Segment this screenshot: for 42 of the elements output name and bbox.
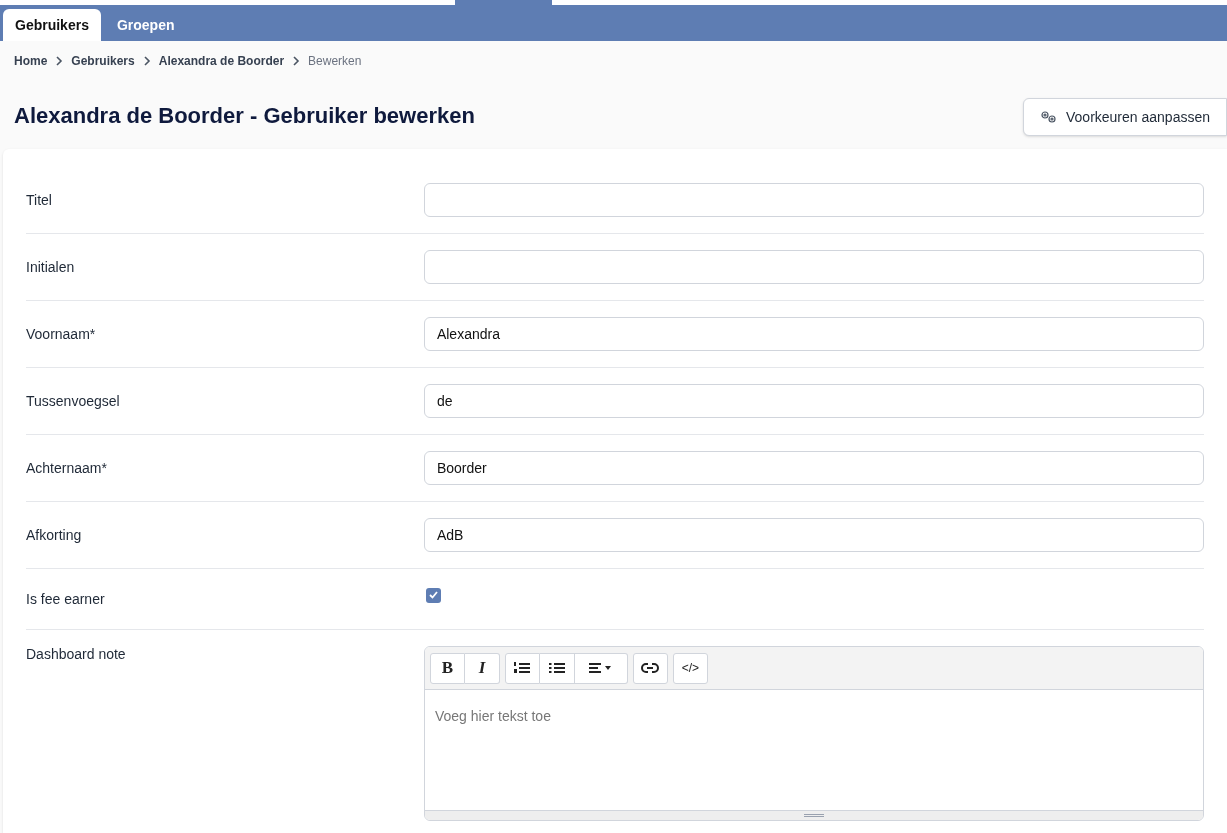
text-field[interactable] <box>423 250 1204 284</box>
gears-icon <box>1040 110 1058 124</box>
field-label: Dashboard note <box>26 645 127 664</box>
text-field[interactable]: Alexandra <box>423 317 1204 351</box>
bullet-list-button[interactable] <box>539 652 575 684</box>
align-button[interactable] <box>574 652 628 684</box>
chevron-icon <box>292 56 301 66</box>
page-title: Alexandra de Boorder - Gebruiker bewerken <box>14 101 475 130</box>
text-field[interactable]: de <box>423 384 1204 418</box>
editor-placeholder: Voeg hier tekst toe <box>434 707 551 726</box>
breadcrumb-current: Bewerken <box>308 53 362 70</box>
chevron-icon <box>55 56 64 66</box>
chevron-icon <box>142 56 151 66</box>
breadcrumb-link[interactable]: Gebruikers <box>71 52 135 70</box>
text-field[interactable]: AdB <box>423 518 1204 552</box>
italic-button[interactable]: I <box>464 652 500 684</box>
checkmark-icon <box>429 591 438 599</box>
checkbox[interactable] <box>426 587 441 603</box>
field-label: Is fee earner <box>26 589 106 609</box>
field-label: Afkorting <box>26 525 83 545</box>
field-label: Tussenvoegsel <box>26 391 121 411</box>
text-field[interactable]: Boorder <box>423 451 1204 485</box>
text-field[interactable] <box>423 183 1204 217</box>
link-button[interactable] <box>632 652 668 684</box>
bold-button[interactable]: B <box>429 652 465 684</box>
ordered-list-button[interactable] <box>504 652 540 684</box>
preferences-button[interactable]: Voorkeuren aanpassen <box>1023 98 1227 136</box>
numbered-list-icon <box>514 661 531 675</box>
field-label: Achternaam* <box>26 458 108 478</box>
code-button[interactable]: </> <box>672 652 708 684</box>
breadcrumb-link[interactable]: Alexandra de Boorder <box>158 52 285 70</box>
breadcrumb-link[interactable]: Home <box>14 52 48 70</box>
tab[interactable]: Groepen <box>100 9 191 41</box>
field-label: Initialen <box>26 257 76 277</box>
field-label: Titel <box>26 190 53 210</box>
resize-handle[interactable] <box>424 810 1203 820</box>
bullet-list-icon <box>548 661 565 675</box>
align-left-icon <box>588 661 613 675</box>
tab[interactable]: Gebruikers <box>3 9 101 41</box>
field-label: Voornaam* <box>26 324 97 344</box>
rich-text-editor[interactable]: B I </> Voeg hier tekst toe <box>423 646 1204 821</box>
link-icon <box>641 662 660 674</box>
